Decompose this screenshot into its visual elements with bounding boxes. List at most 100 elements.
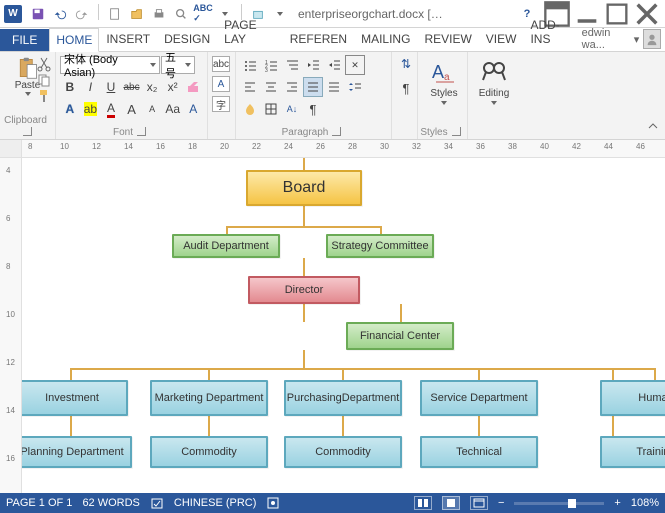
org-node-director[interactable]: Director [248, 276, 360, 304]
bullets-button[interactable] [240, 55, 260, 75]
org-node-service[interactable]: Service Department [420, 380, 538, 416]
align-left-button[interactable] [240, 77, 260, 97]
tab-page-layout[interactable]: PAGE LAY [217, 13, 283, 51]
clear-format-button[interactable] [183, 77, 203, 97]
document-canvas[interactable]: Board Audit Department Strategy Committe… [22, 158, 665, 493]
org-node-commodity1[interactable]: Commodity [150, 436, 268, 468]
font-family-select[interactable]: 宋体 (Body Asian) [60, 56, 160, 74]
distribute-button[interactable] [324, 77, 344, 97]
italic-button[interactable]: I [81, 77, 101, 97]
grow-font-button[interactable]: A [122, 99, 142, 119]
org-node-audit[interactable]: Audit Department [172, 234, 280, 258]
user-dropdown-icon[interactable]: ▾ [634, 33, 640, 46]
char-shading-button[interactable]: 字 [212, 96, 230, 112]
cut-icon[interactable] [36, 56, 52, 70]
zoom-level[interactable]: 108% [631, 497, 659, 509]
line-spacing-button[interactable] [345, 77, 365, 97]
borders-button[interactable] [261, 99, 281, 119]
org-node-financial[interactable]: Financial Center [346, 322, 454, 350]
collapse-ribbon-icon[interactable] [647, 120, 659, 135]
status-proofing-icon[interactable] [150, 496, 164, 510]
subscript-button[interactable]: x₂ [142, 77, 162, 97]
tab-mailing[interactable]: MAILING [354, 27, 417, 51]
qat-print-icon[interactable] [149, 4, 169, 24]
highlight-button[interactable]: ab [81, 99, 101, 119]
multilevel-button[interactable] [282, 55, 302, 75]
underline-button[interactable]: U [101, 77, 121, 97]
zoom-out-button[interactable]: − [498, 497, 504, 509]
group-font: 宋体 (Body Asian) 五号 B I U abc x₂ x² A ab … [56, 52, 208, 139]
styles-button[interactable]: Aa Styles [422, 54, 466, 105]
justify-button[interactable] [303, 77, 323, 97]
org-node-training[interactable]: Training [600, 436, 665, 468]
change-case-button[interactable]: Aa [163, 99, 183, 119]
zoom-in-button[interactable]: + [614, 497, 620, 509]
decrease-indent-button[interactable] [303, 55, 323, 75]
redo-icon[interactable] [72, 4, 92, 24]
show-marks-button[interactable]: ¶ [303, 99, 323, 119]
org-node-planning[interactable]: Planning Department [22, 436, 132, 468]
org-node-commodity2[interactable]: Commodity [284, 436, 402, 468]
tab-references[interactable]: REFEREN [283, 27, 354, 51]
char-border-button[interactable]: A [183, 99, 203, 119]
font-color-button[interactable]: A [101, 99, 121, 119]
superscript-button[interactable]: x² [163, 77, 183, 97]
view-print-icon[interactable] [442, 496, 460, 510]
tab-view[interactable]: VIEW [479, 27, 524, 51]
tab-design[interactable]: DESIGN [157, 27, 217, 51]
qat-spell-icon[interactable]: ABC✓ [193, 4, 213, 24]
status-macro-icon[interactable] [266, 496, 280, 510]
bold-button[interactable]: B [60, 77, 80, 97]
horizontal-ruler[interactable]: 810121416182022242628303234363840424446 [0, 140, 665, 158]
phonetic-guide-button[interactable]: abc [212, 56, 230, 72]
status-page[interactable]: PAGE 1 OF 1 [6, 497, 72, 509]
ribbon-tabs: FILE HOME INSERT DESIGN PAGE LAY REFEREN… [0, 28, 665, 52]
text-effects-button[interactable]: A [60, 99, 80, 119]
org-node-human[interactable]: Human [600, 380, 665, 416]
tab-review[interactable]: REVIEW [417, 27, 478, 51]
maximize-icon[interactable] [603, 4, 631, 24]
paragraph-mark-button[interactable]: ¶ [396, 78, 416, 98]
align-center-button[interactable] [261, 77, 281, 97]
strike-button[interactable]: abc [122, 77, 142, 97]
tab-file[interactable]: FILE [0, 29, 49, 51]
increase-indent-button[interactable] [324, 55, 344, 75]
tab-insert[interactable]: INSERT [99, 27, 157, 51]
user-avatar-icon[interactable] [643, 29, 661, 49]
org-node-investment[interactable]: Investment [22, 380, 128, 416]
group-label-clipboard: Clipboard [0, 115, 51, 138]
asian-layout-button[interactable]: ✕ [345, 55, 365, 75]
font-size-select[interactable]: 五号 [161, 56, 195, 74]
sort-button[interactable]: A↓ [282, 99, 302, 119]
close-icon[interactable] [633, 4, 661, 24]
tab-home[interactable]: HOME [49, 28, 99, 52]
save-icon[interactable] [28, 4, 48, 24]
qat-preview-icon[interactable] [171, 4, 191, 24]
view-web-icon[interactable] [470, 496, 488, 510]
tab-addins[interactable]: ADD-INS [523, 13, 581, 51]
svg-text:a: a [444, 72, 450, 83]
format-painter-icon[interactable] [36, 88, 52, 102]
vertical-ruler[interactable]: 46810121416 [0, 158, 22, 493]
user-name[interactable]: edwin wa... [582, 27, 630, 51]
view-read-icon[interactable] [414, 496, 432, 510]
qat-open-icon[interactable] [127, 4, 147, 24]
editing-button[interactable]: Editing [472, 54, 516, 105]
status-words[interactable]: 62 WORDS [82, 497, 139, 509]
shading-button[interactable] [240, 99, 260, 119]
numbering-button[interactable]: 123 [261, 55, 281, 75]
org-node-strategy[interactable]: Strategy Committee [326, 234, 434, 258]
status-language[interactable]: CHINESE (PRC) [174, 497, 257, 509]
shrink-font-button[interactable]: A [142, 99, 162, 119]
org-node-marketing[interactable]: Marketing Department [150, 380, 268, 416]
org-node-board[interactable]: Board [246, 170, 362, 206]
copy-icon[interactable] [36, 72, 52, 86]
enclose-char-button[interactable]: A [212, 76, 230, 92]
undo-icon[interactable] [50, 4, 70, 24]
org-node-purchasing[interactable]: PurchasingDepartment [284, 380, 402, 416]
org-node-technical[interactable]: Technical [420, 436, 538, 468]
sort-button-2[interactable]: ⇅ [396, 54, 416, 74]
align-right-button[interactable] [282, 77, 302, 97]
qat-new-icon[interactable] [105, 4, 125, 24]
zoom-slider[interactable] [514, 502, 604, 505]
